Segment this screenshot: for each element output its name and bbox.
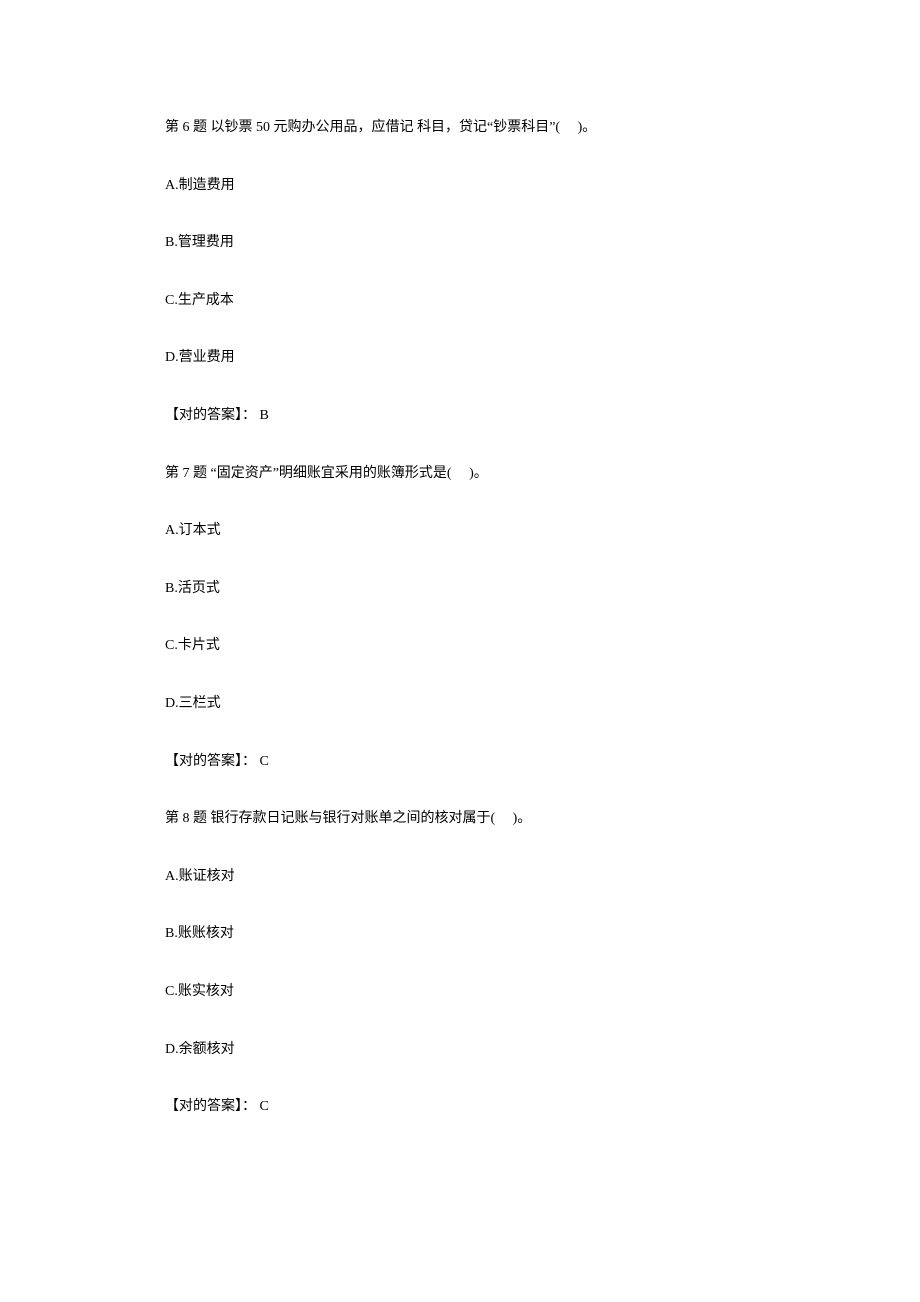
option-b: B.活页式 xyxy=(165,579,755,599)
option-a: A.制造费用 xyxy=(165,176,755,196)
question-6: 第 6 题 以钞票 50 元购办公用品，应借记 科目，贷记“钞票科目”( )。 … xyxy=(165,118,755,426)
option-d: D.余额核对 xyxy=(165,1040,755,1060)
answer: 【对的答案】： C xyxy=(165,752,755,772)
option-d: D.营业费用 xyxy=(165,348,755,368)
option-a: A.账证核对 xyxy=(165,867,755,887)
option-c: C.卡片式 xyxy=(165,636,755,656)
question-text: 第 8 题 银行存款日记账与银行对账单之间的核对属于( )。 xyxy=(165,809,755,829)
option-c: C.生产成本 xyxy=(165,291,755,311)
question-7: 第 7 题 “固定资产”明细账宜采用的账簿形式是( )。 A.订本式 B.活页式… xyxy=(165,464,755,772)
question-8: 第 8 题 银行存款日记账与银行对账单之间的核对属于( )。 A.账证核对 B.… xyxy=(165,809,755,1117)
option-d: D.三栏式 xyxy=(165,694,755,714)
answer: 【对的答案】： B xyxy=(165,406,755,426)
answer: 【对的答案】： C xyxy=(165,1097,755,1117)
option-c: C.账实核对 xyxy=(165,982,755,1002)
question-text: 第 6 题 以钞票 50 元购办公用品，应借记 科目，贷记“钞票科目”( )。 xyxy=(165,118,755,138)
option-b: B.管理费用 xyxy=(165,233,755,253)
option-a: A.订本式 xyxy=(165,521,755,541)
option-b: B.账账核对 xyxy=(165,924,755,944)
question-text: 第 7 题 “固定资产”明细账宜采用的账簿形式是( )。 xyxy=(165,464,755,484)
